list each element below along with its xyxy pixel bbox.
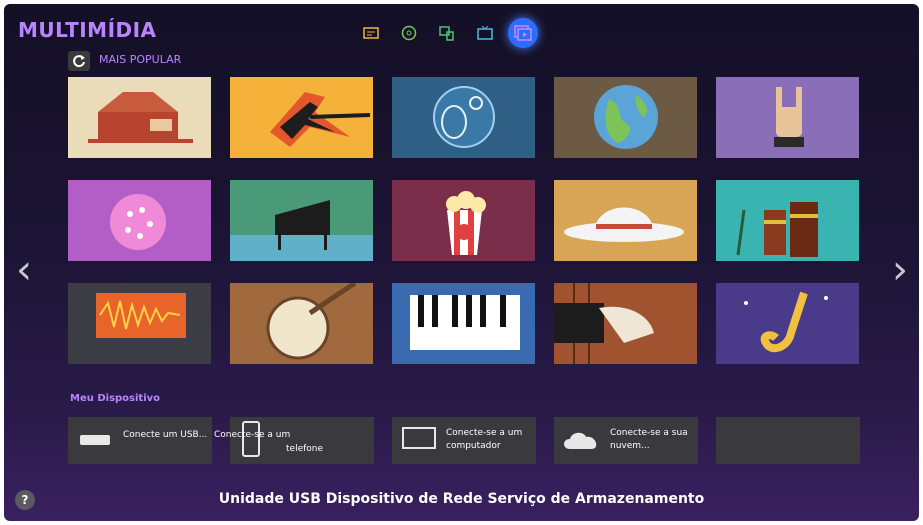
saxophone-tile[interactable] [716,283,859,364]
barn-tile[interactable] [68,77,211,158]
connect-cloud-label-line1: Conecte-se a sua [610,428,688,438]
connect-cloud-button[interactable]: Conecte-se a sua nuvem... [554,417,698,464]
connect-computer-button[interactable]: Conecte-se a um computador [392,417,536,464]
devices-icon[interactable] [432,18,462,48]
empty-device-slot [716,417,860,464]
connect-phone-label-line1: Conecte-se a um [214,430,291,440]
cloud-icon [564,432,597,449]
page-title: MULTIMÍDIA [18,18,157,42]
disco-ball-tile[interactable] [68,180,211,261]
connect-phone-button[interactable]: Conecte-se a um telefone [214,417,374,464]
computer-icon [402,427,436,449]
section-label-popular: MAIS POPULAR [99,53,182,66]
refresh-icon[interactable] [68,51,90,71]
tv-icon[interactable] [470,18,500,48]
sound-wave-tile[interactable] [68,283,211,364]
previous-arrow-icon[interactable]: ‹ [16,250,32,290]
device-description: Unidade USB Dispositivo de Rede Serviço … [218,491,705,507]
connect-computer-label-line2: computador [446,441,501,451]
connect-usb-label: Conecte um USB... [123,430,208,440]
multimedia-screen: MULTIMÍDIA MAIS POPULAR ‹ › Meu Disposit… [4,4,919,521]
tropical-drums-tile[interactable] [716,180,859,261]
multimedia-icon[interactable] [508,18,538,48]
connect-usb-button[interactable]: Conecte um USB... [68,417,212,464]
rock-hand-tile[interactable] [716,77,859,158]
apps-icon[interactable] [394,18,424,48]
electric-guitar-tile[interactable] [230,77,373,158]
grand-piano-tile[interactable] [230,180,373,261]
connect-phone-label-line2: telefone [286,444,324,454]
world-globe-tile[interactable] [554,77,697,158]
next-arrow-icon[interactable]: › [892,250,908,290]
banjo-tile[interactable] [230,283,373,364]
connect-cloud-label-line2: nuvem... [610,441,650,451]
top-navigation [356,18,538,48]
double-bass-tile[interactable] [554,283,697,364]
tv-guide-icon[interactable] [356,18,386,48]
keyboard-tile[interactable] [392,283,535,364]
usb-icon [80,435,110,445]
folk-musician-tile[interactable] [392,77,535,158]
popcorn-music-tile[interactable] [392,180,535,261]
section-label-devices: Meu Dispositivo [70,393,161,404]
cowboy-hat-tile[interactable] [554,180,697,261]
connect-computer-label-line1: Conecte-se a um [446,428,523,438]
